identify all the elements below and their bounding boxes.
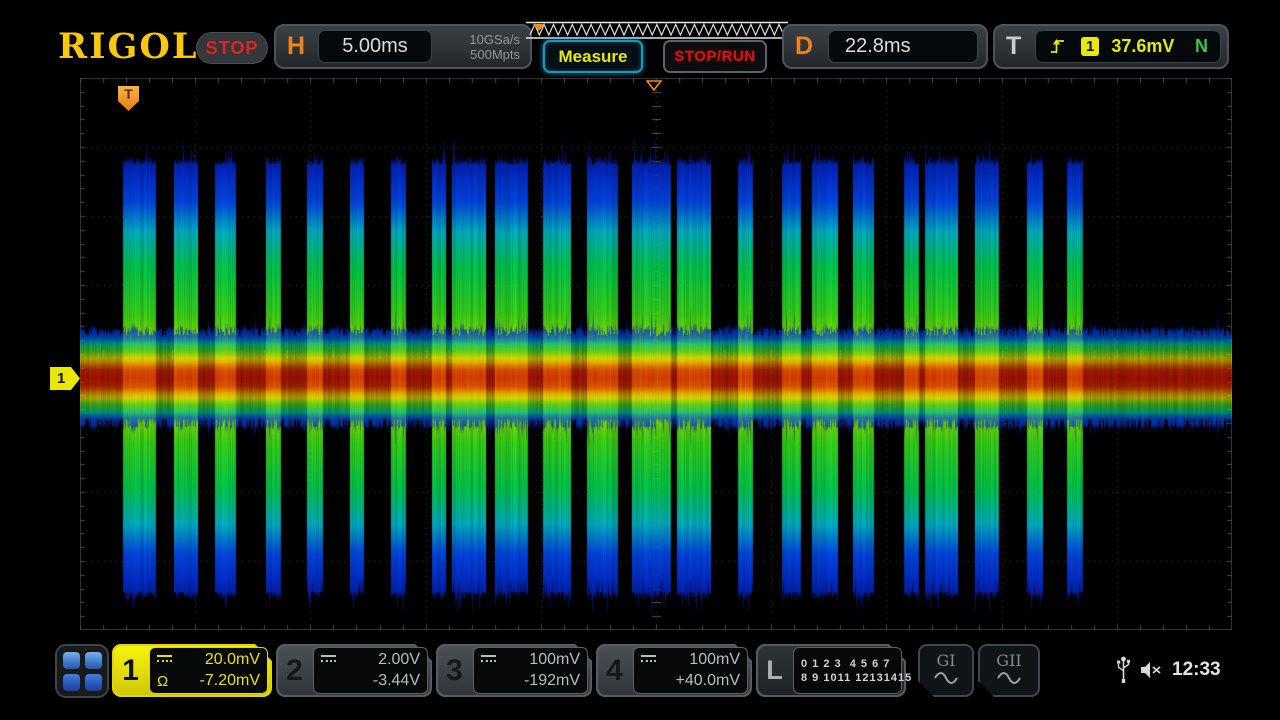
measure-button[interactable]: Measure <box>543 40 643 73</box>
gen1-button[interactable]: GI <box>918 644 974 697</box>
timebase-value: 5.00ms <box>342 35 408 58</box>
delay-label: D <box>795 32 813 61</box>
horizontal-center-marker <box>646 79 662 97</box>
channel3-panel[interactable]: 3 100mV -192mV <box>436 644 592 697</box>
memstrip-waveform <box>530 25 789 36</box>
dc-coupling-icon <box>481 655 496 666</box>
delay-value: 22.8ms <box>829 35 911 58</box>
channel4-scale: 100mV <box>689 651 740 669</box>
channel2-number: 2 <box>276 644 313 697</box>
memory-depth: 500Mpts <box>470 47 520 62</box>
dc-coupling-icon <box>321 655 336 666</box>
sine-wave-icon <box>933 670 959 685</box>
rigol-logo: RIGOL <box>58 26 198 67</box>
channel2-scale: 2.00V <box>378 651 420 669</box>
rising-edge-icon <box>1050 38 1065 55</box>
channel4-panel[interactable]: 4 100mV +40.0mV <box>596 644 752 697</box>
memory-position-strip <box>524 21 790 40</box>
dc-coupling-icon <box>641 655 656 666</box>
main-menu-button[interactable] <box>55 644 109 698</box>
dc-coupling-icon <box>157 655 172 666</box>
menu-grid-icon <box>63 674 80 691</box>
menu-grid-icon <box>85 674 102 691</box>
channel3-scale: 100mV <box>529 651 580 669</box>
menu-grid-icon <box>85 652 102 669</box>
channel3-offset: -192mV <box>524 672 580 690</box>
channel1-number: 1 <box>112 644 149 697</box>
channel3-number: 3 <box>436 644 473 697</box>
channel1-scale: 20.0mV <box>205 651 260 669</box>
gen1-label: GI <box>936 651 955 670</box>
trigger-level-value: 37.6mV <box>1111 36 1174 57</box>
sound-muted-icon <box>1140 660 1163 680</box>
gen2-label: GII <box>996 651 1021 670</box>
channel1-panel[interactable]: 1 20.0mV Ω -7.20mV <box>112 644 272 697</box>
logic-channels-panel[interactable]: L 0 1 2 3 4 5 6 7 8 9 1011 12131415 <box>756 644 906 697</box>
sample-rate: 10GSa/s <box>469 32 520 47</box>
persistence-waveform-canvas <box>80 78 1232 630</box>
trigger-panel[interactable]: T 1 37.6mV N <box>993 24 1229 69</box>
channel1-ground-marker[interactable]: 1 <box>50 367 80 390</box>
trigger-source-badge: 1 <box>1081 37 1099 56</box>
channel2-offset: -3.44V <box>373 672 420 690</box>
delay-panel[interactable]: D 22.8ms <box>782 24 988 69</box>
horizontal-label: H <box>287 32 305 61</box>
logic-row-low: 0 1 2 3 4 5 6 7 <box>801 657 890 671</box>
channel1-offset: -7.20mV <box>200 672 260 690</box>
gen2-button[interactable]: GII <box>978 644 1040 697</box>
channel4-number: 4 <box>596 644 633 697</box>
channel2-panel[interactable]: 2 2.00V -3.44V <box>276 644 432 697</box>
horizontal-panel[interactable]: H 5.00ms 10GSa/s 500Mpts <box>274 24 532 69</box>
logic-label: L <box>756 644 793 697</box>
clock: 12:33 <box>1172 659 1221 681</box>
trigger-label: T <box>1006 32 1021 61</box>
menu-grid-icon <box>63 652 80 669</box>
impedance-label: Ω <box>157 673 168 690</box>
run-state-badge: STOP <box>196 32 268 64</box>
sine-wave-icon <box>996 670 1022 685</box>
logic-row-high: 8 9 1011 12131415 <box>801 671 912 685</box>
usb-icon <box>1116 656 1131 684</box>
stop-run-button[interactable]: STOP/RUN <box>663 40 767 73</box>
trigger-sweep-mode: N <box>1195 36 1208 57</box>
oscilloscope-screen: { "header": { "logo": "RIGOL", "run_stat… <box>0 0 1280 720</box>
channel4-offset: +40.0mV <box>676 672 740 690</box>
waveform-display[interactable] <box>80 78 1232 630</box>
